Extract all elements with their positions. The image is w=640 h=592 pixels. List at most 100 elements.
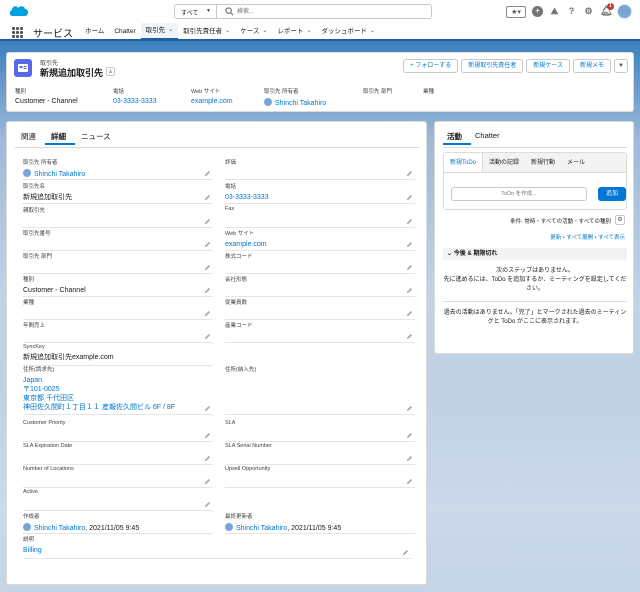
edit-pencil-icon[interactable] <box>204 264 211 271</box>
new-note-button[interactable]: 新規メモ <box>572 59 611 73</box>
edit-pencil-icon[interactable] <box>406 241 413 248</box>
edit-pencil-icon[interactable] <box>406 194 413 201</box>
follow-button[interactable]: + フォローする <box>403 59 459 73</box>
edit-pencil-icon[interactable] <box>204 194 211 201</box>
tab-email[interactable]: メール <box>561 153 591 172</box>
add-button[interactable]: 追加 <box>598 187 626 201</box>
chevron-down-icon[interactable]: ⌄ <box>262 23 267 40</box>
nav-item-reports[interactable]: レポート ⌄ <box>272 23 316 40</box>
more-actions-chevron-down-icon[interactable]: ▼ <box>614 59 628 73</box>
salesforce-logo-icon[interactable] <box>8 3 30 19</box>
edit-pencil-icon[interactable] <box>406 287 413 294</box>
upcoming-label: 今後 & 期限切れ <box>453 251 498 257</box>
address-line[interactable]: 〒101-0025 <box>23 385 213 394</box>
nav-item-dashboards[interactable]: ダッシュボード ⌄ <box>316 23 380 40</box>
tab-details[interactable]: 詳細 <box>45 129 75 145</box>
address-line[interactable]: 神田佐久間町１丁目１１ 産報佐久間ビル 6F / 8F <box>23 403 213 412</box>
edit-pencil-icon[interactable] <box>406 218 413 225</box>
activity-tabs: 活動 Chatter <box>443 129 509 145</box>
tab-new-task[interactable]: 新規ToDo <box>444 153 484 172</box>
edit-pencil-icon[interactable] <box>406 455 413 462</box>
edit-pencil-icon[interactable] <box>204 501 211 508</box>
field-label: 会社形態 <box>225 277 248 283</box>
search-icon <box>225 7 234 16</box>
tab-activity[interactable]: 活動 <box>443 129 471 145</box>
nav-item-home[interactable]: ホーム <box>80 23 109 40</box>
address-line[interactable]: 東京都 千代田区 <box>23 394 213 403</box>
help-icon[interactable]: ? <box>566 6 577 17</box>
filter-gear-icon[interactable]: ⚙ <box>615 215 625 225</box>
edit-pencil-icon[interactable] <box>406 478 413 485</box>
tab-new-event[interactable]: 新規行動 <box>525 153 561 172</box>
field-rating: 評価 <box>225 158 415 180</box>
edit-pencil-icon[interactable] <box>406 405 413 412</box>
tab-log-call[interactable]: 活動の記録 <box>483 153 525 172</box>
edit-pencil-icon[interactable] <box>204 455 211 462</box>
trailhead-icon[interactable]: ⛰ <box>549 6 560 17</box>
edit-pencil-icon[interactable] <box>406 432 413 439</box>
edit-pencil-icon[interactable] <box>406 264 413 271</box>
edit-pencil-icon[interactable] <box>402 549 409 556</box>
hierarchy-icon[interactable]: ♙ <box>106 67 115 76</box>
new-case-button[interactable]: 新規ケース <box>526 59 570 73</box>
field-value[interactable]: example.com <box>225 240 415 249</box>
no-next-steps-hint: 先に進めるには、ToDo を追加するか、ミーティングを設定してください。 <box>443 277 627 292</box>
edit-pencil-icon[interactable] <box>406 170 413 177</box>
edit-pencil-icon[interactable] <box>204 170 211 177</box>
address-line[interactable]: Japan <box>23 376 213 385</box>
chevron-down-icon[interactable]: ⌄ <box>168 22 173 39</box>
edit-pencil-icon[interactable] <box>406 333 413 340</box>
edit-pencil-icon[interactable] <box>204 310 211 317</box>
nav-item-chatter[interactable]: Chatter <box>109 23 140 40</box>
setup-gear-icon[interactable]: ⚙ <box>583 6 594 17</box>
tab-related[interactable]: 関連 <box>15 129 45 145</box>
edit-pencil-icon[interactable] <box>406 310 413 317</box>
edit-pencil-icon[interactable] <box>204 241 211 248</box>
new-contact-button[interactable]: 新規取引先責任者 <box>461 59 524 73</box>
nav-item-accounts[interactable]: 取引先 ⌄ <box>140 22 179 40</box>
field-value[interactable]: 03-3333-3333 <box>225 193 415 202</box>
notifications-bell-icon[interactable]: 🔔︎ 1 <box>600 3 614 17</box>
edit-pencil-icon[interactable] <box>204 432 211 439</box>
activity-panel: 活動 Chatter 新規ToDo 活動の記録 新規行動 メール 追加 条件: … <box>434 121 634 354</box>
search-input[interactable] <box>237 6 417 17</box>
edit-pencil-icon[interactable] <box>204 478 211 485</box>
activity-links[interactable]: 更新 • すべて展開 • すべて表示 <box>550 233 625 241</box>
edit-pencil-icon[interactable] <box>204 218 211 225</box>
upcoming-section-header[interactable]: ⌄ 今後 & 期限切れ <box>443 248 627 260</box>
edit-pencil-icon[interactable] <box>204 287 211 294</box>
nav-item-contacts[interactable]: 取引先責任者 ⌄ <box>178 23 235 40</box>
search-scope-select[interactable]: すべて ▼ <box>175 5 217 18</box>
edit-pencil-icon[interactable] <box>204 405 211 412</box>
field-priority: Customer Priority <box>23 420 213 442</box>
global-actions-plus-icon[interactable]: + <box>532 6 543 17</box>
chevron-down-icon[interactable]: ⌄ <box>370 23 375 40</box>
nav-item-cases[interactable]: ケース ⌄ <box>235 23 272 40</box>
user-link[interactable]: Shinchi Takahiro <box>34 171 85 178</box>
nav-item-label: 取引先責任者 <box>183 28 223 35</box>
highlight-field-owner: 取引先 所有者 Shinchi Takahiro <box>264 87 326 107</box>
user-link[interactable]: Shinchi Takahiro <box>34 525 85 532</box>
field-employees: 従業員数 <box>225 298 415 320</box>
tab-chatter[interactable]: Chatter <box>471 129 509 145</box>
chevron-down-icon[interactable]: ⌄ <box>306 23 311 40</box>
field-synckey: SyncKey 新規追加取引先example.com <box>23 344 213 366</box>
field-modified: 最終更新者 Shinchi Takahiro, 2021/11/05 9:45 <box>225 512 415 534</box>
user-link[interactable]: Shinchi Takahiro <box>236 525 287 532</box>
chevron-down-icon[interactable]: ⌄ <box>225 23 230 40</box>
field-label: 産業コード <box>225 323 253 329</box>
website-link[interactable]: example.com <box>191 98 233 105</box>
user-avatar[interactable] <box>617 4 632 19</box>
field-created: 作成者 Shinchi Takahiro, 2021/11/05 9:45 <box>23 512 213 534</box>
phone-link[interactable]: 03-3333-3333 <box>113 98 157 105</box>
app-launcher-icon[interactable] <box>12 27 23 38</box>
field-label: 株式コード <box>225 254 253 260</box>
tab-news[interactable]: ニュース <box>75 129 120 145</box>
field-active: Active <box>23 489 213 511</box>
owner-link[interactable]: Shinchi Takahiro <box>264 98 326 107</box>
highlight-label: 電話 <box>113 89 125 95</box>
favorites-star-icon[interactable]: ★▾ <box>506 5 526 18</box>
todo-input[interactable] <box>451 187 587 201</box>
edit-pencil-icon[interactable] <box>204 333 211 340</box>
field-value[interactable]: Billing <box>23 546 411 555</box>
